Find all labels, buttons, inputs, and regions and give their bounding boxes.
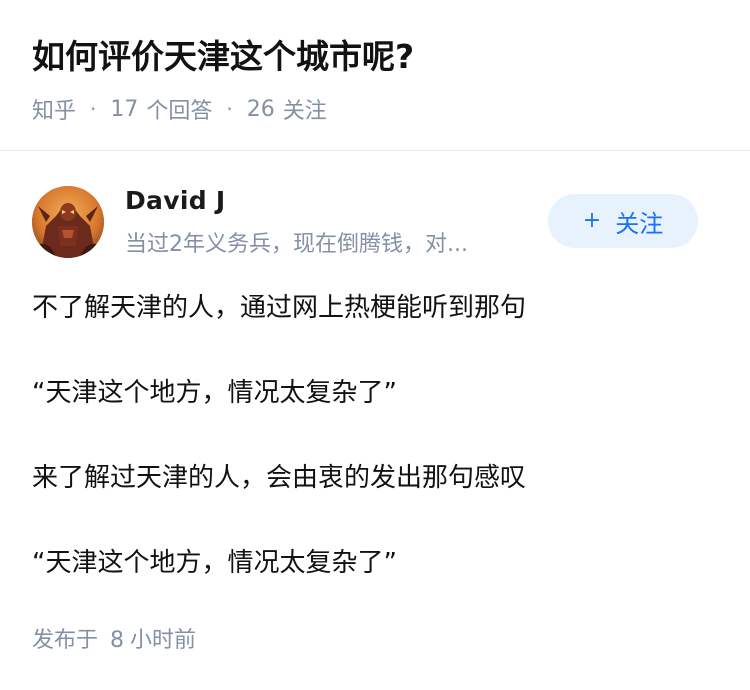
follow-button[interactable]: + 关注: [548, 194, 698, 248]
avatar[interactable]: [32, 186, 104, 258]
question-header: 如何评价天津这个城市呢? 知乎 · 17 个回答 · 26 关注: [0, 0, 750, 151]
answer-body: 不了解天津的人，通过网上热梗能听到那句 “天津这个地方，情况太复杂了” 来了解过…: [32, 285, 722, 625]
answer-paragraph: “天津这个地方，情况太复杂了”: [32, 378, 397, 408]
answer-paragraph: 不了解天津的人，通过网上热梗能听到那句: [32, 293, 527, 323]
author-row: David J 当过2年义务兵，现在倒腾钱，对... + 关注: [0, 180, 750, 264]
publish-prefix: 发布于: [32, 628, 99, 653]
question-meta: 知乎 · 17 个回答 · 26 关注: [32, 92, 327, 126]
answers-count[interactable]: 17: [110, 97, 138, 122]
publish-time: 发布于 8 小时前: [32, 622, 196, 654]
follow-button-label: 关注: [615, 209, 664, 238]
followers-label[interactable]: 关注: [283, 93, 327, 125]
meta-separator: ·: [226, 97, 233, 121]
answer-paragraph: 来了解过天津的人，会由衷的发出那句感叹: [32, 463, 527, 493]
question-title[interactable]: 如何评价天津这个城市呢?: [32, 34, 414, 80]
author-bio: 当过2年义务兵，现在倒腾钱，对...: [125, 232, 468, 257]
avatar-image: [32, 186, 104, 258]
meta-separator: ·: [90, 97, 97, 121]
publish-unit: 小时前: [130, 628, 197, 653]
source-label[interactable]: 知乎: [32, 93, 76, 125]
answers-label[interactable]: 个回答: [146, 93, 212, 125]
followers-count[interactable]: 26: [247, 97, 275, 122]
author-name[interactable]: David J: [125, 186, 226, 215]
answer-paragraph: “天津这个地方，情况太复杂了”: [32, 548, 397, 578]
publish-amount: 8: [110, 628, 125, 653]
plus-icon: +: [582, 208, 602, 233]
